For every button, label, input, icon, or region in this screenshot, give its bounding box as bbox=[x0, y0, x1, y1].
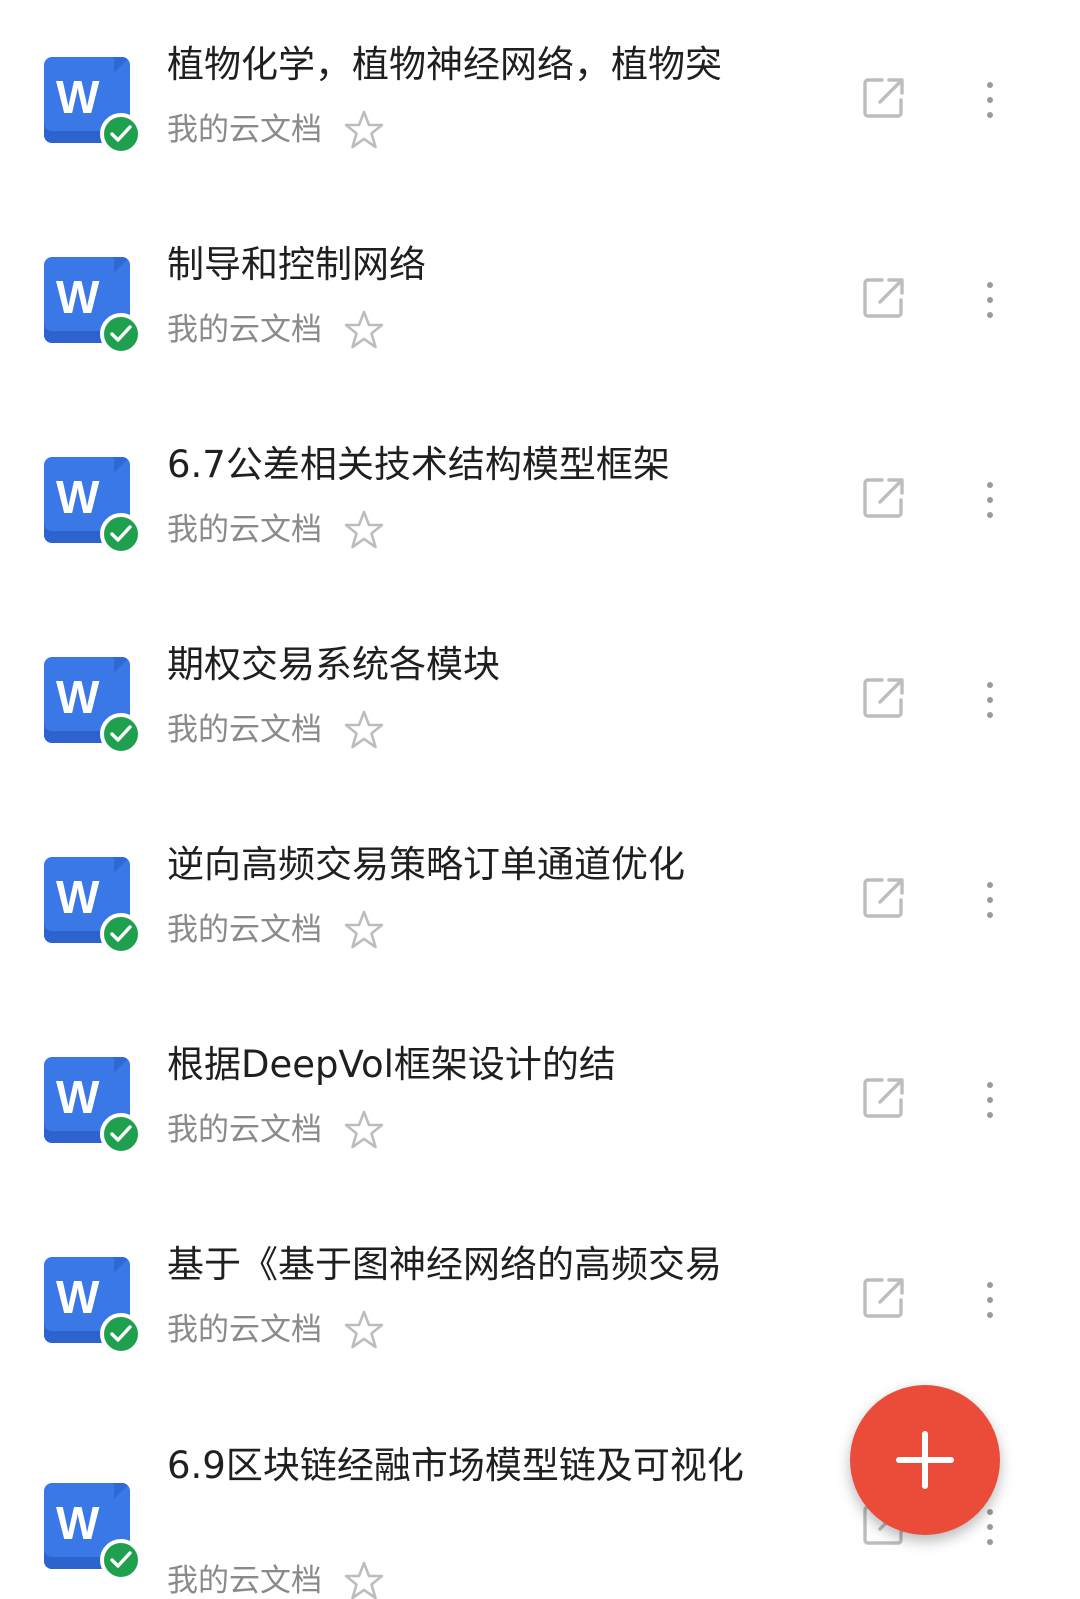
file-row[interactable]: W 根据DeepVol框架设计的结 我的云文档 bbox=[0, 1000, 1080, 1200]
file-row[interactable]: W 6.7公差相关技术结构模型框架 我的云文档 bbox=[0, 400, 1080, 600]
open-external-icon[interactable] bbox=[862, 1076, 906, 1120]
more-vertical-icon[interactable] bbox=[976, 478, 1004, 522]
star-outline-icon[interactable] bbox=[343, 709, 385, 751]
more-vertical-icon[interactable] bbox=[976, 878, 1004, 922]
more-vertical-icon[interactable] bbox=[976, 278, 1004, 322]
star-outline-icon[interactable] bbox=[343, 309, 385, 351]
open-external-icon[interactable] bbox=[862, 1276, 906, 1320]
file-row[interactable]: W 基于《基于图神经网络的高频交易 我的云文档 bbox=[0, 1200, 1080, 1400]
more-vertical-icon[interactable] bbox=[976, 678, 1004, 722]
more-vertical-icon[interactable] bbox=[976, 1505, 1004, 1549]
star-outline-icon[interactable] bbox=[343, 909, 385, 951]
open-external-icon[interactable] bbox=[862, 676, 906, 720]
check-circle-icon bbox=[100, 1313, 142, 1355]
open-external-icon[interactable] bbox=[862, 276, 906, 320]
file-row[interactable]: W 期权交易系统各模块 我的云文档 bbox=[0, 600, 1080, 800]
file-title: 期权交易系统各模块 bbox=[167, 643, 500, 686]
check-circle-icon bbox=[100, 1113, 142, 1155]
file-title: 根据DeepVol框架设计的结 bbox=[167, 1043, 616, 1086]
file-location: 我的云文档 bbox=[167, 712, 322, 748]
file-title: 植物化学，植物神经网络，植物突 bbox=[167, 43, 722, 86]
check-circle-icon bbox=[100, 713, 142, 755]
file-title: 6.7公差相关技术结构模型框架 bbox=[167, 443, 670, 486]
star-outline-icon[interactable] bbox=[343, 109, 385, 151]
open-external-icon[interactable] bbox=[862, 876, 906, 920]
check-circle-icon bbox=[100, 513, 142, 555]
file-location: 我的云文档 bbox=[167, 512, 322, 548]
file-location: 我的云文档 bbox=[167, 1112, 322, 1148]
check-circle-icon bbox=[100, 913, 142, 955]
more-vertical-icon[interactable] bbox=[976, 1078, 1004, 1122]
check-circle-icon bbox=[100, 1539, 142, 1581]
file-location: 我的云文档 bbox=[167, 1563, 322, 1599]
more-vertical-icon[interactable] bbox=[976, 78, 1004, 122]
star-outline-icon[interactable] bbox=[343, 1560, 385, 1599]
file-row[interactable]: W 制导和控制网络 我的云文档 bbox=[0, 200, 1080, 400]
file-location: 我的云文档 bbox=[167, 312, 322, 348]
file-location: 我的云文档 bbox=[167, 1312, 322, 1348]
file-location: 我的云文档 bbox=[167, 112, 322, 148]
file-title: 6.9区块链经融市场模型链及可视化 bbox=[167, 1444, 744, 1487]
file-title: 逆向高频交易策略订单通道优化 bbox=[167, 843, 685, 886]
open-external-icon[interactable] bbox=[862, 76, 906, 120]
star-outline-icon[interactable] bbox=[343, 509, 385, 551]
check-circle-icon bbox=[100, 313, 142, 355]
file-row[interactable]: W 植物化学，植物神经网络，植物突 我的云文档 bbox=[0, 0, 1080, 200]
file-title: 制导和控制网络 bbox=[167, 243, 426, 286]
check-circle-icon bbox=[100, 113, 142, 155]
plus-icon bbox=[896, 1431, 954, 1489]
file-title: 基于《基于图神经网络的高频交易 bbox=[167, 1243, 722, 1286]
file-location: 我的云文档 bbox=[167, 912, 322, 948]
star-outline-icon[interactable] bbox=[343, 1109, 385, 1151]
star-outline-icon[interactable] bbox=[343, 1309, 385, 1351]
new-document-fab[interactable] bbox=[850, 1385, 1000, 1535]
file-list: W 植物化学，植物神经网络，植物突 我的云文档 W 制导和控制网络 我的云文档 bbox=[0, 0, 1080, 1599]
file-row[interactable]: W 逆向高频交易策略订单通道优化 我的云文档 bbox=[0, 800, 1080, 1000]
open-external-icon[interactable] bbox=[862, 476, 906, 520]
more-vertical-icon[interactable] bbox=[976, 1278, 1004, 1322]
